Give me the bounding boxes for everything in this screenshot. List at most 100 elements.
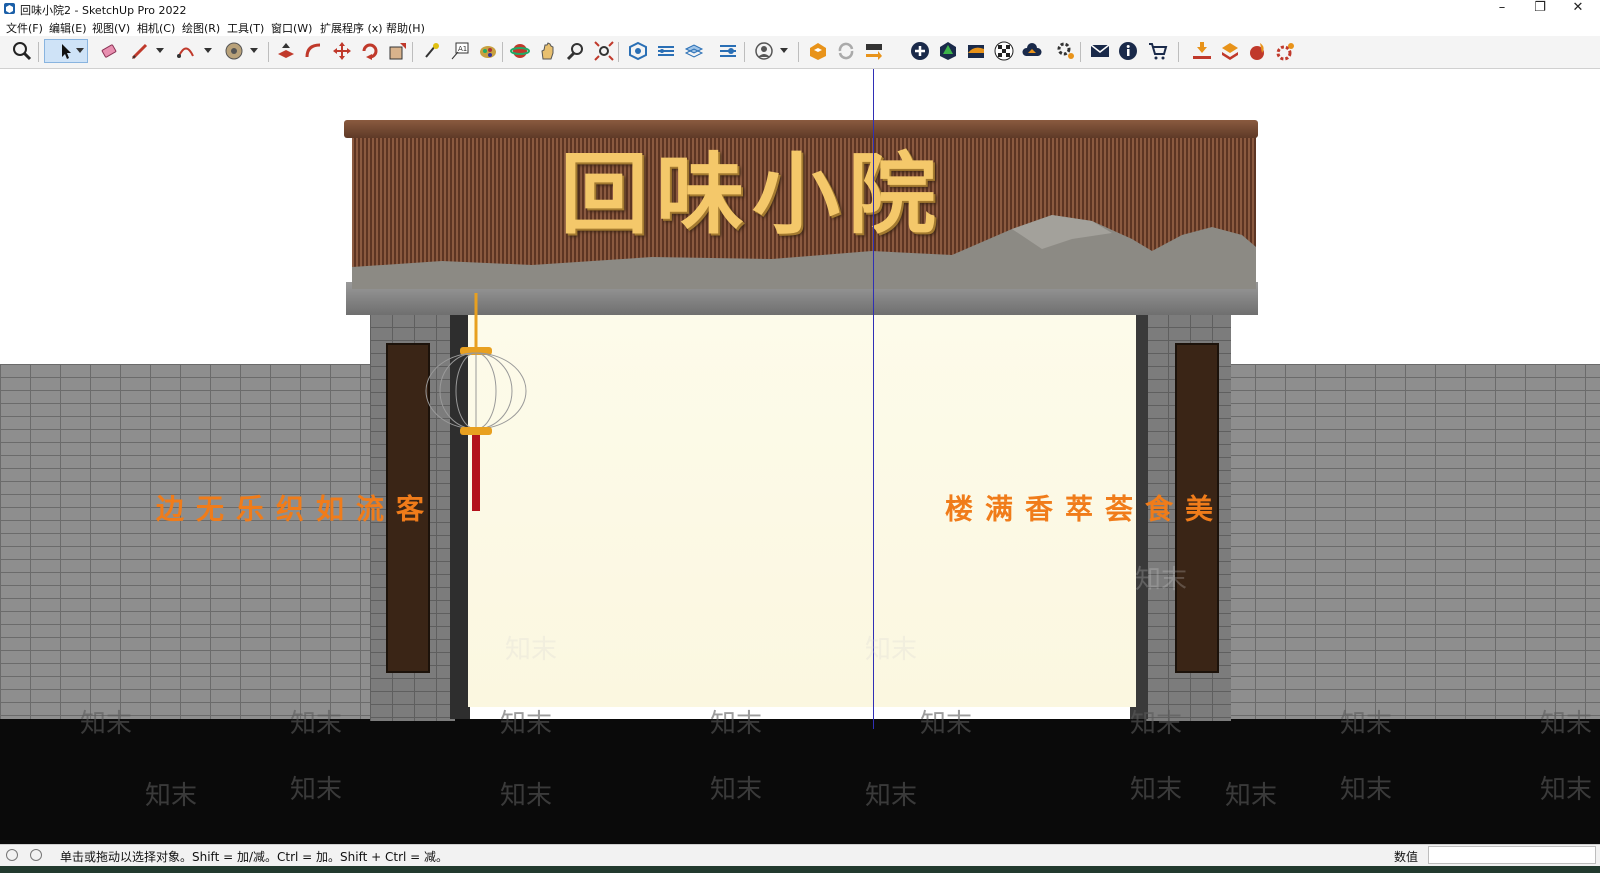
couplet-char: 无	[192, 494, 225, 522]
brick-wall-right	[1225, 364, 1600, 729]
mail-icon[interactable]	[1088, 39, 1112, 63]
watermark: 知末	[80, 709, 133, 739]
model-viewport[interactable]: 回味小院 客 流 如 织 乐 无 边 美 食 荟 萃 香 满 楼 知末 知末 知…	[0, 69, 1600, 844]
paint-bucket-icon[interactable]	[420, 39, 444, 63]
watermark: 知末	[865, 781, 918, 811]
ext-download-icon[interactable]	[1190, 39, 1214, 63]
menu-draw[interactable]: 绘图(R)	[182, 20, 220, 36]
arc-icon[interactable]	[174, 39, 198, 63]
tape-disc-icon[interactable]	[222, 39, 246, 63]
info-icon[interactable]	[1116, 39, 1140, 63]
bottom-strip	[0, 866, 1600, 873]
measurements-label: 数值	[1394, 850, 1419, 864]
tape-dropdown-icon[interactable]	[250, 48, 258, 53]
ext-fire-icon[interactable]	[1246, 39, 1270, 63]
geo-location-icon[interactable]	[6, 849, 18, 861]
watermark: 知末	[1225, 781, 1278, 811]
watermark: 知末	[920, 709, 973, 739]
select-dropdown-icon[interactable]	[76, 48, 84, 53]
couplet-char: 乐	[232, 494, 265, 522]
account-dropdown-icon[interactable]	[780, 48, 788, 53]
zoom-icon[interactable]	[564, 39, 588, 63]
scale-icon[interactable]	[386, 39, 410, 63]
couplet-char: 满	[981, 494, 1014, 522]
watermark: 知末	[500, 781, 553, 811]
watermark: 知末	[1540, 709, 1593, 739]
search-icon[interactable]	[10, 39, 34, 63]
cart-icon[interactable]	[1146, 39, 1170, 63]
watermark: 知末	[290, 775, 343, 805]
push-pull-icon[interactable]	[274, 39, 298, 63]
menu-edit[interactable]: 编辑(E)	[49, 20, 87, 36]
terrain-icon[interactable]	[964, 39, 988, 63]
couplet-char: 流	[352, 494, 385, 522]
menu-help[interactable]: 帮助(H)	[386, 20, 425, 36]
couplet-char: 美	[1181, 494, 1214, 522]
cloud-upload-icon[interactable]	[1020, 39, 1044, 63]
status-bar: 单击或拖动以选择对象。Shift = 加/减。Ctrl = 加。Shift + …	[0, 844, 1600, 867]
toolbar: A1	[0, 36, 1600, 69]
ext-gear-icon[interactable]	[1274, 39, 1298, 63]
checker-icon[interactable]	[992, 39, 1016, 63]
settings-icon[interactable]	[1054, 39, 1078, 63]
arc-dropdown-icon[interactable]	[204, 48, 212, 53]
tree-icon[interactable]	[936, 39, 960, 63]
refresh-icon[interactable]	[834, 39, 858, 63]
move-icon[interactable]	[330, 39, 354, 63]
svg-text:A1: A1	[458, 45, 467, 53]
watermark: 知末	[1135, 565, 1188, 595]
watermark: 知末	[865, 635, 918, 665]
window-title: 回味小院2 - SketchUp Pro 2022	[20, 4, 187, 17]
styles-icon[interactable]	[682, 39, 706, 63]
sign-cap	[344, 120, 1258, 138]
couplet-right: 美 食 荟 萃 香 满 楼	[941, 343, 1219, 673]
section-icon[interactable]	[626, 39, 650, 63]
menu-file[interactable]: 文件(F)	[6, 20, 43, 36]
couplet-char: 萃	[1061, 494, 1094, 522]
rotate-icon[interactable]	[358, 39, 382, 63]
couplet-char: 织	[272, 494, 305, 522]
menu-extensions[interactable]: 扩展程序 (x)	[320, 20, 383, 36]
watermark: 知末	[290, 709, 343, 739]
share-icon[interactable]	[862, 39, 886, 63]
couplet-char: 楼	[941, 494, 974, 522]
eraser-icon[interactable]	[97, 39, 121, 63]
ext-shape-icon[interactable]	[1218, 39, 1242, 63]
pencil-icon[interactable]	[128, 39, 152, 63]
text-icon[interactable]: A1	[448, 39, 472, 63]
account-icon[interactable]	[752, 39, 776, 63]
instructor-info-icon[interactable]	[30, 849, 42, 861]
add-icon[interactable]	[908, 39, 932, 63]
status-hint: 单击或拖动以选择对象。Shift = 加/减。Ctrl = 加。Shift + …	[60, 850, 449, 864]
couplet-char: 荟	[1101, 494, 1134, 522]
watermark: 知末	[505, 635, 558, 665]
hand-icon[interactable]	[536, 39, 560, 63]
warehouse-icon[interactable]	[806, 39, 830, 63]
watermark: 知末	[145, 781, 198, 811]
menu-camera[interactable]: 相机(C)	[137, 20, 175, 36]
menu-tools[interactable]: 工具(T)	[227, 20, 264, 36]
components-icon[interactable]	[716, 39, 740, 63]
watermark: 知末	[1130, 775, 1183, 805]
menu-window[interactable]: 窗口(W)	[271, 20, 312, 36]
couplet-char: 边	[152, 494, 185, 522]
watermark: 知末	[500, 709, 553, 739]
sign-title: 回味小院	[560, 142, 945, 246]
layers-icon[interactable]	[654, 39, 678, 63]
couplet-char: 香	[1021, 494, 1054, 522]
watermark: 知末	[1130, 709, 1183, 739]
orbit-icon[interactable]	[508, 39, 532, 63]
close-button[interactable]: ✕	[1556, 0, 1600, 18]
watermark: 知末	[1340, 775, 1393, 805]
zoom-extents-icon[interactable]	[592, 39, 616, 63]
material-icon[interactable]	[476, 39, 500, 63]
couplet-char: 食	[1141, 494, 1174, 522]
pencil-dropdown-icon[interactable]	[156, 48, 164, 53]
menu-view[interactable]: 视图(V)	[92, 20, 130, 36]
follow-me-icon[interactable]	[302, 39, 326, 63]
watermark: 知末	[710, 775, 763, 805]
watermark: 知末	[1540, 775, 1593, 805]
watermark: 知末	[710, 709, 763, 739]
measurements-input[interactable]	[1428, 846, 1596, 864]
menu-bar: 文件(F) 编辑(E) 视图(V) 相机(C) 绘图(R) 工具(T) 窗口(W…	[0, 18, 1600, 36]
